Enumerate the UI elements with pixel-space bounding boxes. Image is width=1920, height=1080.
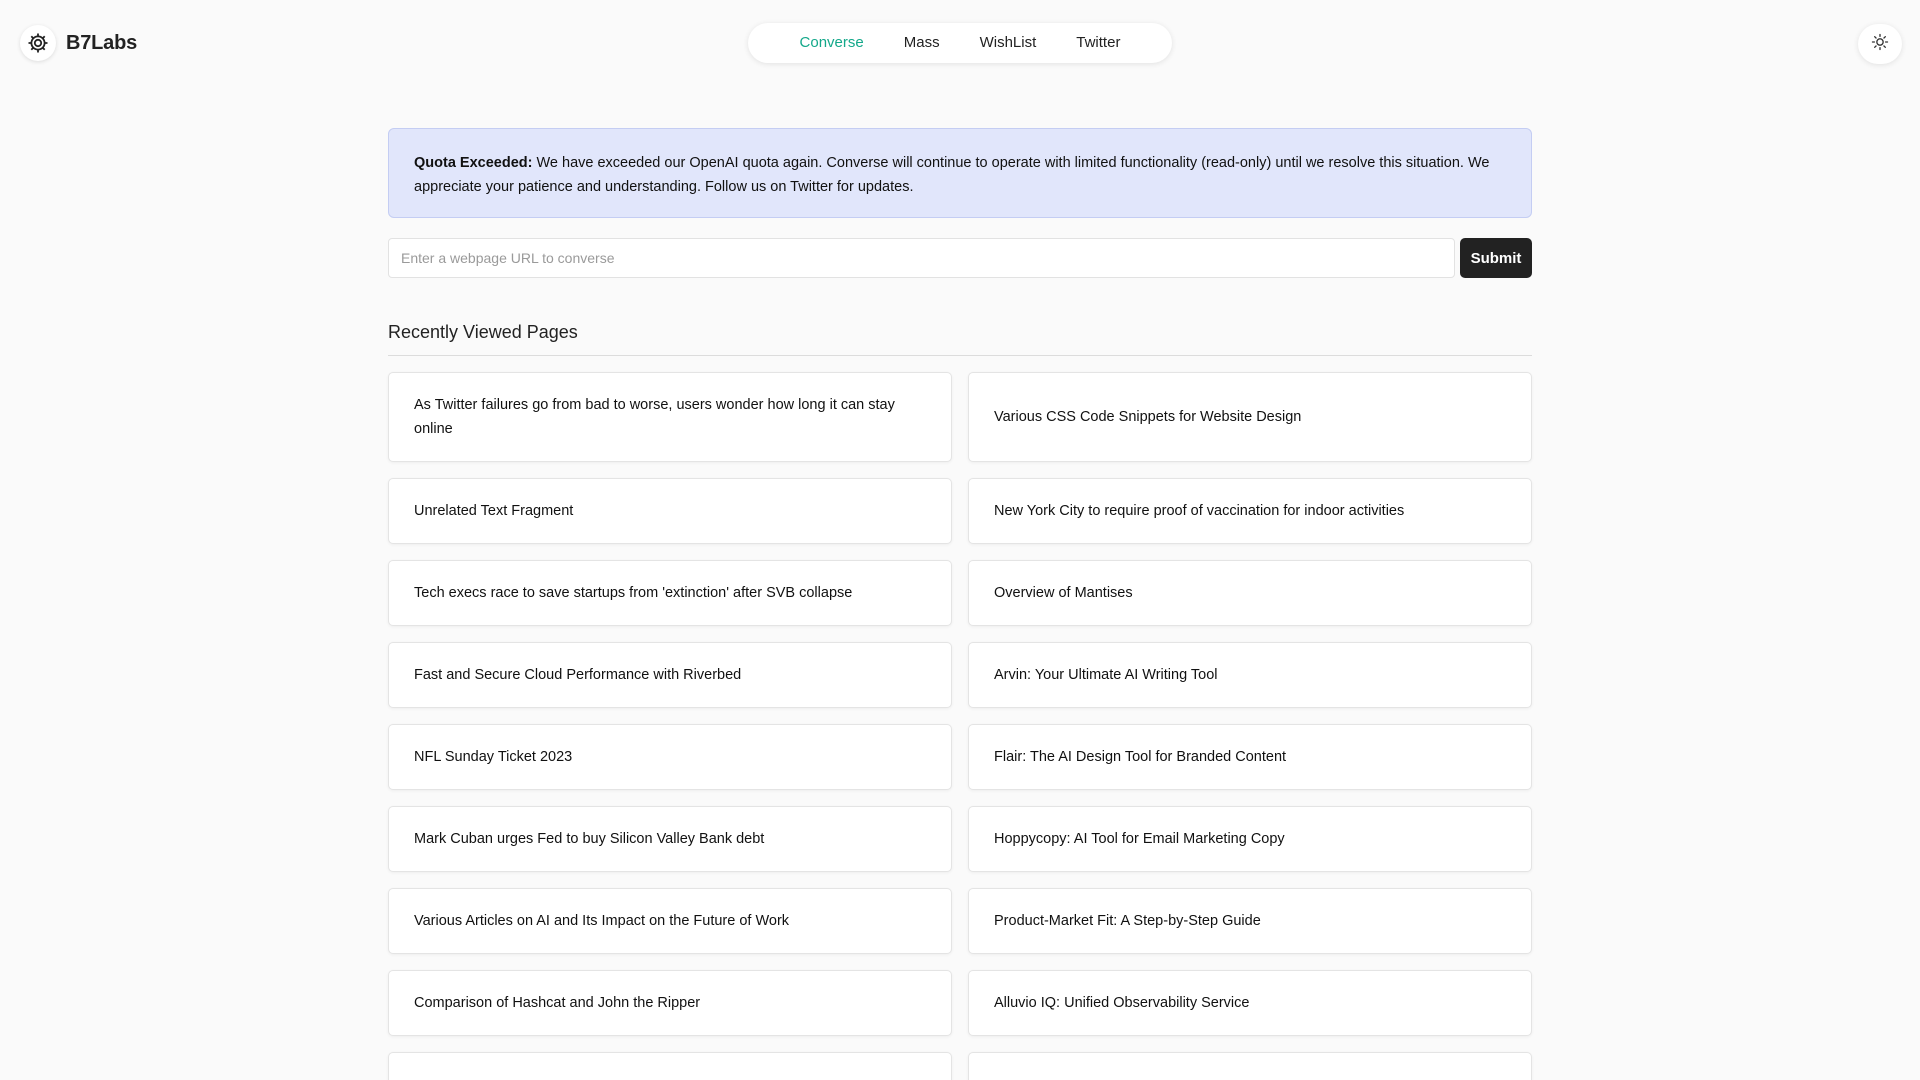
recent-page-card[interactable]: Comparison of Hashcat and John the Rippe…	[388, 970, 952, 1036]
quota-alert: Quota Exceeded: We have exceeded our Ope…	[388, 128, 1532, 218]
recent-page-card[interactable]: Overview of Mantises	[968, 560, 1532, 626]
recent-page-card[interactable]: Hoppycopy: AI Tool for Email Marketing C…	[968, 806, 1532, 872]
recent-page-card[interactable]: Fast and Secure Cloud Performance with R…	[388, 642, 952, 708]
top-nav: Converse Mass WishList Twitter	[748, 23, 1172, 63]
recent-page-title: Mark Cuban urges Fed to buy Silicon Vall…	[414, 831, 765, 847]
recent-page-card[interactable]: Various CSS Code Snippets for Website De…	[968, 372, 1532, 462]
recent-page-card[interactable]: NFL Sunday Ticket 2023	[388, 724, 952, 790]
recent-page-card[interactable]: As Twitter failures go from bad to worse…	[388, 372, 952, 462]
recent-page-card[interactable]: Mark Cuban urges Fed to buy Silicon Vall…	[388, 806, 952, 872]
alert-message: We have exceeded our OpenAI quota again.…	[414, 155, 1490, 195]
sun-icon	[1871, 33, 1889, 56]
recent-page-title: Fast and Secure Cloud Performance with R…	[414, 667, 742, 683]
recent-page-card[interactable]	[388, 1052, 952, 1080]
recent-page-title: Various CSS Code Snippets for Website De…	[994, 409, 1302, 425]
nav-item-converse[interactable]: Converse	[780, 23, 884, 63]
recent-page-card[interactable]: New York City to require proof of vaccin…	[968, 478, 1532, 544]
recent-page-title: NFL Sunday Ticket 2023	[414, 749, 573, 765]
recent-pages-grid: As Twitter failures go from bad to worse…	[388, 372, 1532, 1080]
recent-page-title: Product-Market Fit: A Step-by-Step Guide	[994, 913, 1261, 929]
recent-page-title: Hoppycopy: AI Tool for Email Marketing C…	[994, 831, 1285, 847]
url-input[interactable]	[388, 238, 1455, 278]
recent-page-card[interactable]: Alluvio IQ: Unified Observability Servic…	[968, 970, 1532, 1036]
brand-name: B7Labs	[66, 31, 138, 54]
recent-page-card[interactable]	[968, 1052, 1532, 1080]
recent-page-title: Unrelated Text Fragment	[414, 503, 574, 519]
url-form: Submit	[388, 238, 1532, 278]
theme-toggle-button[interactable]	[1858, 24, 1902, 64]
page: B7Labs Converse Mass WishList Twitter Qu…	[0, 0, 1920, 1080]
recently-viewed-title: Recently Viewed Pages	[388, 322, 1532, 356]
recent-page-card[interactable]: Various Articles on AI and Its Impact on…	[388, 888, 952, 954]
recent-page-card[interactable]: Tech execs race to save startups from 'e…	[388, 560, 952, 626]
recent-page-title: Alluvio IQ: Unified Observability Servic…	[994, 995, 1250, 1011]
recent-page-card[interactable]: Flair: The AI Design Tool for Branded Co…	[968, 724, 1532, 790]
recent-page-card[interactable]: Product-Market Fit: A Step-by-Step Guide	[968, 888, 1532, 954]
nav-item-mass[interactable]: Mass	[884, 23, 960, 63]
gear-icon	[20, 25, 56, 61]
brand[interactable]: B7Labs	[20, 25, 137, 61]
recent-page-title: Arvin: Your Ultimate AI Writing Tool	[994, 667, 1218, 683]
nav-item-wishlist[interactable]: WishList	[960, 23, 1057, 63]
recent-page-card[interactable]: Arvin: Your Ultimate AI Writing Tool	[968, 642, 1532, 708]
recent-page-title: Comparison of Hashcat and John the Rippe…	[414, 995, 701, 1011]
recent-page-title: Overview of Mantises	[994, 585, 1133, 601]
recent-page-title: Various Articles on AI and Its Impact on…	[414, 913, 790, 929]
recent-page-title: As Twitter failures go from bad to worse…	[414, 397, 895, 437]
submit-button[interactable]: Submit	[1460, 238, 1532, 278]
nav-item-twitter[interactable]: Twitter	[1056, 23, 1140, 63]
recent-page-card[interactable]: Unrelated Text Fragment	[388, 478, 952, 544]
recent-page-title: Tech execs race to save startups from 'e…	[414, 585, 853, 601]
recent-page-title: New York City to require proof of vaccin…	[994, 503, 1405, 519]
recent-page-title: Flair: The AI Design Tool for Branded Co…	[994, 749, 1287, 765]
main-content: Quota Exceeded: We have exceeded our Ope…	[388, 128, 1532, 1080]
alert-title: Quota Exceeded:	[414, 155, 533, 171]
